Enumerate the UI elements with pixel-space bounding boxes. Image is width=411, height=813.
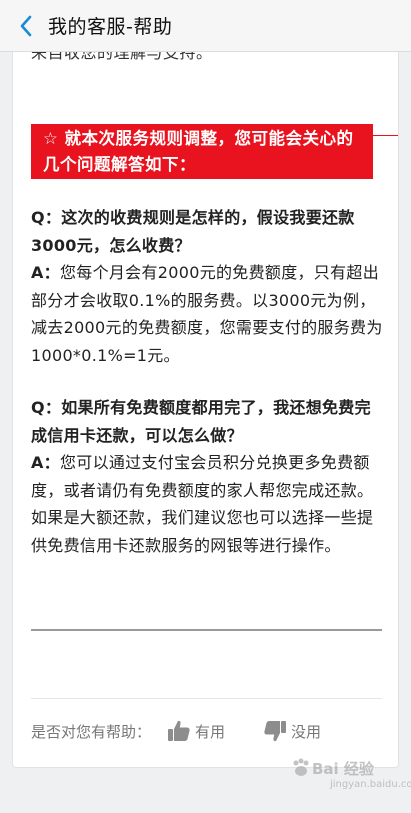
question: Q：如果所有免费额度都用完了，我还想免费完成信用卡还款，可以怎么做？ [31,394,386,449]
answer-prefix: A： [31,453,60,472]
chevron-left-icon [20,15,32,36]
useless-label: 没用 [291,722,322,741]
thumbs-up-icon [168,720,190,741]
notice-banner: ☆ 就本次服务规则调整，您可能会关心的几个问题解答如下： [31,124,373,179]
help-article-card[interactable]: 来自收您的理解与支持。 ☆ 就本次服务规则调整，您可能会关心的几个问题解答如下：… [12,52,399,768]
useful-label: 有用 [195,722,226,741]
qa-item: Q：如果所有免费额度都用完了，我还想免费完成信用卡还款，可以怎么做？ A：您可以… [31,394,386,559]
watermark-brand: Bai 经验 [312,759,374,778]
feedback-bar: 是否对您有帮助： 有用 没用 [31,716,321,746]
notice-divider [373,135,398,136]
question-prefix: Q： [31,208,62,227]
back-button[interactable] [6,0,46,52]
answer-prefix: A： [31,263,60,282]
content-divider [31,629,382,631]
baidu-jingyan-watermark: Bai 经验 jingyan.baidu.com [290,757,411,790]
answer-text: 您可以通过支付宝会员积分兑换更多免费额度，或者请仍有免费额度的家人帮您完成还款。… [31,453,374,555]
clipped-text: 来自收您的理解与支持。 [31,52,213,62]
thumbs-down-icon [264,721,287,742]
qa-item: Q：这次的收费规则是怎样的，假设我要还款3000元，怎么收费？ A：您每个月会有… [31,204,386,369]
watermark-domain: jingyan.baidu.com [330,779,411,790]
answer-text: 您每个月会有2000元的免费额度，只有超出部分才会收取0.1%的服务费。以300… [31,263,383,365]
question: Q：这次的收费规则是怎样的，假设我要还款3000元，怎么收费？ [31,204,386,259]
question-prefix: Q： [31,398,62,417]
useful-button[interactable]: 有用 [167,719,225,743]
answer: A：您每个月会有2000元的免费额度，只有超出部分才会收取0.1%的服务费。以3… [31,259,386,369]
page-title: 我的客服-帮助 [48,16,173,38]
question-text: 这次的收费规则是怎样的，假设我要还款3000元，怎么收费？ [31,208,355,255]
app-header: 我的客服-帮助 [0,0,411,52]
feedback-prompt: 是否对您有帮助： [31,722,152,741]
answer: A：您可以通过支付宝会员积分兑换更多免费额度，或者请仍有免费额度的家人帮您完成还… [31,449,386,559]
useless-button[interactable]: 没用 [263,719,321,743]
feedback-divider [31,698,382,699]
question-text: 如果所有免费额度都用完了，我还想免费完成信用卡还款，可以怎么做？ [31,398,371,445]
paw-logo-icon [293,758,309,776]
